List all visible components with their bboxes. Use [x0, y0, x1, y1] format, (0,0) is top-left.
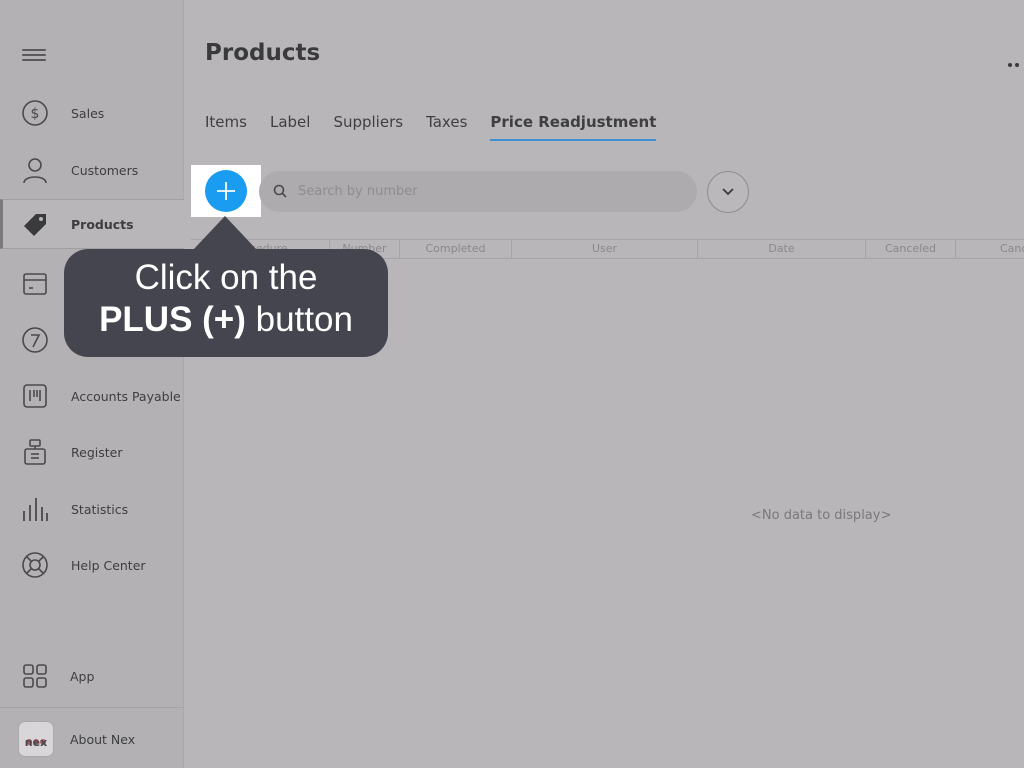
tab-price-readjustment[interactable]: Price Readjustment — [490, 113, 657, 141]
sidebar-item-label: App — [70, 668, 95, 684]
filter-toggle-button[interactable] — [707, 171, 749, 213]
column-header[interactable]: Canceled — [866, 240, 956, 258]
sidebar-item-products[interactable]: Products — [0, 199, 184, 249]
sidebar-item-register[interactable]: Register — [0, 427, 184, 477]
sidebar-item-label: Products — [71, 216, 134, 232]
sidebar-item-label: Sales — [71, 105, 105, 121]
barcode-icon — [20, 381, 50, 411]
lifebuoy-icon — [20, 550, 50, 580]
person-icon — [20, 155, 50, 185]
more-options-icon[interactable] — [1008, 52, 1024, 67]
sidebar-item-label: Statistics — [71, 501, 129, 517]
tab-suppliers[interactable]: Suppliers — [333, 113, 403, 141]
calendar-box-icon — [20, 269, 50, 299]
tooltip-line-1: Click on the — [134, 258, 318, 297]
add-button[interactable] — [205, 170, 247, 212]
menu-icon[interactable] — [22, 46, 46, 66]
search-icon — [273, 183, 287, 202]
sidebar-item-customers[interactable]: Customers — [0, 145, 184, 195]
grid-icon — [20, 661, 50, 691]
column-header[interactable]: Completed — [400, 240, 512, 258]
svg-text:$: $ — [31, 106, 40, 122]
dollar-circle-icon: $ — [20, 98, 50, 128]
tutorial-tooltip: Click on the PLUS (+) button — [64, 249, 388, 357]
sidebar-item-label: Help Center — [71, 557, 146, 573]
tab-taxes[interactable]: Taxes — [426, 113, 467, 141]
bars-icon — [20, 494, 50, 524]
register-icon — [20, 437, 50, 467]
sidebar-item-help-center[interactable]: Help Center — [0, 540, 184, 590]
tooltip-arrow — [193, 216, 257, 250]
chart-circle-icon — [20, 325, 50, 355]
sidebar-item-label: Accounts Payable — [71, 388, 181, 404]
chevron-down-icon — [722, 188, 734, 196]
sidebar-item-app[interactable]: App — [0, 651, 184, 701]
search-input[interactable]: Search by number — [259, 171, 697, 212]
column-header[interactable]: User — [512, 240, 698, 258]
tab-label[interactable]: Label — [270, 113, 310, 141]
empty-state-text: <No data to display> — [751, 508, 892, 523]
sidebar-item-label: Register — [71, 444, 123, 460]
column-header[interactable]: Canc — [956, 240, 1024, 258]
page-title: Products — [205, 40, 321, 66]
tag-icon — [20, 209, 50, 239]
sidebar-item-label: About Nex — [70, 731, 136, 747]
tooltip-emphasis: PLUS (+) — [99, 300, 246, 339]
tab-items[interactable]: Items — [205, 113, 247, 141]
tooltip-line-2: PLUS (+) button — [64, 299, 388, 341]
plus-icon — [217, 182, 235, 200]
sidebar-item-label: Customers — [71, 162, 139, 178]
add-button-highlight — [191, 165, 261, 217]
sidebar-item-accounts-payable[interactable]: Accounts Payable — [0, 371, 184, 421]
sidebar-item-about[interactable]: About Nex — [0, 714, 184, 764]
tab-bar: Items Label Suppliers Taxes Price Readju… — [205, 113, 679, 141]
sidebar-item-statistics[interactable]: Statistics — [0, 484, 184, 534]
column-header[interactable]: Date — [698, 240, 866, 258]
search-placeholder: Search by number — [298, 184, 418, 199]
sidebar-divider — [0, 707, 184, 708]
sidebar: $ Sales Customers Products Accounts Paya… — [0, 0, 184, 768]
tooltip-line-2-rest: button — [245, 300, 353, 339]
sidebar-item-sales[interactable]: $ Sales — [0, 88, 184, 138]
